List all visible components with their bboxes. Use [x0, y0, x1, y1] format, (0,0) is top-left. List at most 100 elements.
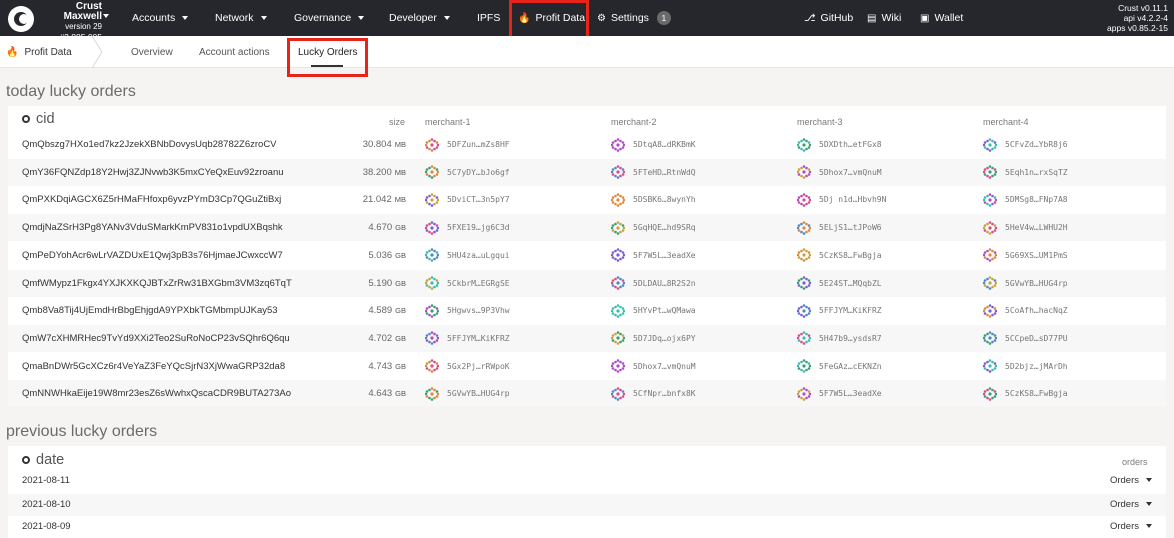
size-value: 30.804: [362, 139, 392, 150]
merchant-3-address[interactable]: 5E24ST…MQqbZL: [797, 270, 882, 297]
merchant-3-address[interactable]: 5Dj n1d…Hbvh9N: [797, 186, 886, 213]
merchant-2-address[interactable]: 5CfNpr…bnfx8K: [611, 380, 696, 407]
order-cid[interactable]: QmdjNaZSrH3Pg8YANv3VduSMarkKmPV831o1vpdU…: [22, 214, 283, 241]
merchant-1-address[interactable]: 5GVwYB…HUG4rp: [425, 380, 510, 407]
merchant-address-text: 5CCpeD…sD77PU: [1005, 333, 1068, 343]
merchant-4-address[interactable]: 5HeV4w…LWHU2H: [983, 214, 1068, 241]
merchant-1-address[interactable]: 5FFJYM…KiKFRZ: [425, 325, 510, 352]
api-version: api v4.2.2-4: [1123, 13, 1168, 23]
order-cid[interactable]: QmPXKDqiAGCX6Z5rHMaFHfoxp6yvzPYmD3Cp7QGu…: [22, 186, 281, 213]
merchant-address-text: 5GqHQE…hd9SRq: [633, 223, 696, 233]
merchant-4-address[interactable]: 5GVwYB…HUG4rp: [983, 270, 1068, 297]
merchant-3-address[interactable]: 5FeGAz…cEKNZn: [797, 353, 882, 380]
merchant-address-text: 5DFZun…mZs8HF: [447, 140, 510, 149]
merchant-4-address[interactable]: 5G69XS…UM1PmS: [983, 242, 1068, 269]
merchant-1-address[interactable]: 5HU4za…uLgqui: [425, 242, 510, 269]
identicon-icon: [611, 276, 625, 290]
merchant-4-address[interactable]: 5DMSg8…FNp7A8: [983, 186, 1068, 213]
identicon-icon: [983, 220, 997, 235]
merchant-1-address[interactable]: 5FXE19…jg6C3d: [425, 214, 510, 241]
orders-column-header: orders: [1122, 457, 1148, 467]
merchant-address-text: 5CoAfh…hacNqZ: [1005, 306, 1068, 316]
merchant-3-address[interactable]: 5Dhox7…vmQnuM: [797, 159, 882, 186]
order-cid[interactable]: QmNNWHkaEije19W8mr23esZ6sWwhxQscaCDR9BUT…: [22, 380, 291, 407]
merchant-address-text: 5FFJYM…KiKFRZ: [819, 306, 882, 316]
order-size: 4.643 GB: [368, 380, 406, 407]
tab-account-actions[interactable]: Account actions: [199, 36, 270, 68]
order-cid[interactable]: QmY36FQNZdp18Y2Hwj3ZJNvwb3K5mxCYeQxEuv92…: [22, 159, 284, 186]
merchant-3-address[interactable]: 5CzKS8…FwBgja: [797, 242, 882, 269]
identicon-icon: [425, 359, 439, 373]
link-wiki[interactable]: ▤ Wiki: [867, 0, 901, 36]
order-cid[interactable]: Qmb8Va8Tij4UjEmdHrBbgEhjgdA9YPXbkTGMbmpU…: [22, 297, 278, 324]
tabs-title-label: Profit Data: [24, 46, 72, 58]
merchant-2-address[interactable]: 5D7JDq…ojx6PY: [611, 325, 696, 352]
merchant-4-address[interactable]: 5Eqh1n…rxSqTZ: [983, 159, 1068, 186]
order-cid[interactable]: QmfWMypz1Fkgx4YXJKXKQJBTxZrRw31BXGbm3VM3…: [22, 270, 292, 297]
nav-settings[interactable]: ⚙ Settings 1: [597, 0, 671, 36]
order-cid[interactable]: QmQbszg7HXo1ed7kz2JzekXBNbDovysUqb28782Z…: [22, 131, 277, 158]
merchant-1-address[interactable]: 5DFZun…mZs8HF: [425, 131, 510, 158]
orders-dropdown[interactable]: Orders: [1110, 516, 1152, 538]
merchant-1-address[interactable]: 5Gx2Pj…rRWpoK: [425, 353, 510, 380]
size-unit: GB: [395, 333, 406, 343]
order-cid[interactable]: QmaBnDWr5GcXCz6r4VeYaZ3FeYQcSjrN3XjWwaGR…: [22, 353, 285, 380]
orders-dropdown[interactable]: Orders: [1110, 494, 1152, 516]
version-info: Crust v0.11.1 api v4.2.2-4 apps v0.85.2-…: [1107, 3, 1168, 33]
merchant-4-address[interactable]: 5CzKS8…FwBgja: [983, 380, 1068, 407]
merchant-2-address[interactable]: 5HYvPt…wQMawa: [611, 297, 696, 324]
nav-network[interactable]: Network: [215, 0, 267, 36]
nav-ipfs[interactable]: IPFS: [477, 0, 500, 36]
merchant-address-text: 5HU4za…uLgqui: [447, 250, 510, 260]
merchant-address-text: 5DSBK6…8wynYh: [633, 195, 696, 205]
merchant-address-text: 5GVwYB…HUG4rp: [447, 389, 510, 399]
merchant-2-address[interactable]: 5DtqA8…dRKBmK: [611, 131, 696, 158]
tab-label: Account actions: [199, 46, 270, 58]
size-unit: GB: [395, 361, 406, 371]
merchant-2-address[interactable]: 5DSBK6…8wynYh: [611, 186, 696, 213]
tab-overview[interactable]: Overview: [131, 36, 173, 68]
merchant-1-address[interactable]: 5DviCT…3n5pY7: [425, 186, 510, 213]
identicon-icon: [797, 359, 811, 373]
identicon-icon: [611, 248, 625, 263]
nav-label: Accounts: [132, 12, 176, 24]
merchant-3-address[interactable]: 5DXDth…etFGx8: [797, 131, 882, 158]
merchant-3-address[interactable]: 5F7W5L…3eadXe: [797, 380, 882, 407]
order-cid[interactable]: QmW7cXHMRHec9TvYd9XXi2Teo2SuRoNoCP23vSQh…: [22, 325, 290, 352]
merchant-1-address[interactable]: 5C7yDY…bJo6gf: [425, 159, 510, 186]
identicon-icon: [425, 386, 439, 401]
size-unit: GB: [395, 278, 406, 288]
nav-governance[interactable]: Governance: [294, 0, 365, 36]
merchant-2-address[interactable]: 5GqHQE…hd9SRq: [611, 214, 696, 241]
merchant-3-address[interactable]: 5FFJYM…KiKFRZ: [797, 297, 882, 324]
order-cid[interactable]: QmPeDYohAcr6wLrVAZDUxE1Qwj3pB3s76HjmaeJC…: [22, 242, 283, 269]
identicon-icon: [983, 193, 997, 207]
merchant-2-address[interactable]: 5FTeHD…RtnWdQ: [611, 159, 696, 186]
size-value: 4.643: [368, 388, 393, 400]
order-size: 30.804 MB: [363, 131, 406, 158]
identicon-icon: [611, 137, 625, 152]
merchant-4-address[interactable]: 5CFvZd…YbR8j6: [983, 131, 1068, 158]
crust-logo-icon[interactable]: [7, 5, 35, 33]
merchant-2-address[interactable]: 5F7W5L…3eadXe: [611, 242, 696, 269]
merchant-address-text: 5DLDAU…8R2S2n: [633, 278, 696, 288]
link-wallet[interactable]: ▣ Wallet: [920, 0, 963, 36]
link-github[interactable]: ⎇ GitHub: [804, 0, 853, 36]
merchant-1-address[interactable]: 5Hgwvs…9P3Vhw: [425, 297, 510, 324]
merchant-4-address[interactable]: 5CoAfh…hacNqZ: [983, 297, 1068, 324]
nav-developer[interactable]: Developer: [389, 0, 450, 36]
nav-label: IPFS: [477, 12, 501, 24]
merchant-4-address[interactable]: 5CCpeD…sD77PU: [983, 325, 1068, 352]
orders-label: Orders: [1109, 521, 1139, 532]
merchant-1-address[interactable]: 5CkbrM…EGRgSE: [425, 270, 510, 297]
chevron-down-icon[interactable]: [103, 14, 109, 18]
merchant-3-address[interactable]: 5ELjS1…tJPoW6: [797, 214, 882, 241]
merchant-4-address[interactable]: 5D2bjz…jMArDh: [983, 353, 1068, 380]
merchant-2-address[interactable]: 5DLDAU…8R2S2n: [611, 270, 696, 297]
order-size: 4.743 GB: [368, 353, 406, 380]
merchant-3-address[interactable]: 5H47b9…ysdsR7: [797, 325, 882, 352]
merchant-address-text: 5Gx2Pj…rRWpoK: [447, 361, 510, 371]
nav-accounts[interactable]: Accounts: [132, 0, 189, 36]
merchant-2-address[interactable]: 5Dhox7…vmQnuM: [611, 353, 696, 380]
orders-dropdown[interactable]: Orders: [1110, 470, 1152, 492]
